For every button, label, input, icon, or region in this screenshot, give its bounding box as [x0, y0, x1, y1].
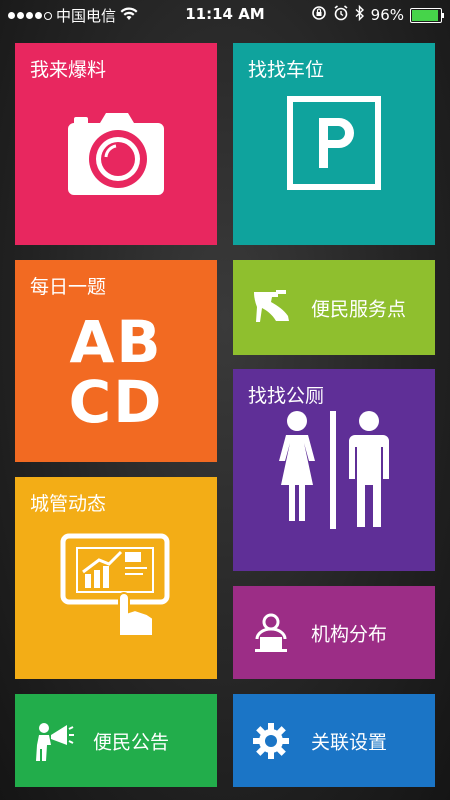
tile-city-management-news-label: 城管动态: [30, 493, 107, 515]
tile-public-notice-label: 便民公告: [93, 731, 170, 753]
tile-find-restroom-label: 找找公厕: [248, 385, 325, 407]
restroom-icon: [269, 409, 399, 534]
high-heel-icon: [247, 260, 295, 355]
abcd-bottom: CD: [68, 368, 164, 436]
megaphone-icon: [29, 694, 77, 787]
tile-find-parking[interactable]: 找找车位: [233, 43, 435, 245]
tile-institution-distribution-label: 机构分布: [311, 623, 388, 645]
tile-service-points[interactable]: 便民服务点: [233, 260, 435, 355]
gear-icon: [247, 694, 295, 787]
tile-service-points-label: 便民服务点: [311, 298, 407, 320]
bluetooth-icon: [355, 4, 365, 25]
rotation-lock-icon: [311, 5, 327, 25]
battery-percent: 96%: [370, 6, 404, 24]
alarm-icon: [333, 5, 349, 25]
tile-find-parking-label: 找找车位: [248, 59, 325, 81]
tile-city-management-news[interactable]: 城管动态: [15, 477, 217, 679]
status-bar: 中国电信 11:14 AM 96%: [0, 0, 450, 30]
abcd-top: AB: [69, 308, 163, 376]
tile-institution-distribution[interactable]: 机构分布: [233, 586, 435, 679]
person-desk-icon: [247, 586, 295, 679]
tablet-chart-icon: [59, 532, 175, 642]
tile-link-settings-label: 关联设置: [311, 731, 388, 753]
abcd-icon: AB CD: [15, 312, 217, 432]
tile-report-news[interactable]: 我来爆料: [15, 43, 217, 245]
battery-icon: [410, 7, 444, 23]
tile-public-notice[interactable]: 便民公告: [15, 694, 217, 787]
tile-daily-question-label: 每日一题: [30, 276, 107, 298]
tile-report-news-label: 我来爆料: [30, 59, 107, 81]
tile-find-restroom[interactable]: 找找公厕: [233, 369, 435, 571]
tile-daily-question[interactable]: 每日一题 AB CD: [15, 260, 217, 462]
camera-icon: [66, 103, 166, 203]
parking-icon: [286, 95, 382, 191]
tile-link-settings[interactable]: 关联设置: [233, 694, 435, 787]
